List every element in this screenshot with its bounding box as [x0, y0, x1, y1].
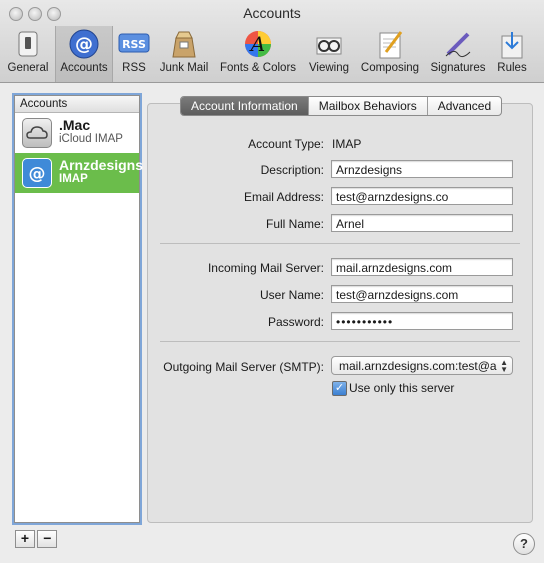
account-type-label: Account Type:	[248, 137, 324, 151]
settings-tabs: Account Information Mailbox Behaviors Ad…	[180, 96, 503, 116]
svg-text:@: @	[29, 164, 46, 184]
svg-text:@: @	[75, 34, 93, 55]
account-type-value: IMAP	[332, 137, 362, 151]
toolbar-general[interactable]: General	[4, 28, 52, 78]
tab-advanced[interactable]: Advanced	[428, 97, 501, 115]
password-field[interactable]: •••••••••••	[331, 312, 513, 330]
full-name-field[interactable]: Arnel	[331, 214, 513, 232]
toolbar-composing[interactable]: Composing	[357, 28, 423, 78]
popup-arrows-icon: ▲ ▼	[500, 358, 508, 374]
description-label: Description:	[260, 163, 324, 177]
use-only-server-label: Use only this server	[349, 381, 455, 395]
toolbar-junk-mail[interactable]: Junk Mail	[156, 28, 212, 78]
general-switch-icon	[12, 28, 44, 60]
help-button[interactable]: ?	[513, 533, 535, 555]
accounts-list[interactable]: Accounts .Mac iCloud IMAP @ Arnzdesigns …	[14, 95, 143, 523]
email-address-field[interactable]: test@arnzdesigns.co	[331, 187, 513, 205]
glasses-icon	[313, 28, 345, 60]
pencil-paper-icon	[374, 28, 406, 60]
section-divider	[160, 341, 520, 342]
outgoing-server-popup[interactable]: mail.arnzdesigns.com:test@a ▲ ▼	[331, 356, 513, 375]
fonts-colors-icon: A	[242, 28, 274, 60]
preferences-window: Accounts General @ Accounts RSS RSS Junk…	[0, 0, 544, 563]
rss-icon: RSS	[118, 28, 150, 60]
toolbar-signatures[interactable]: Signatures	[428, 28, 488, 78]
incoming-server-field[interactable]: mail.arnzdesigns.com	[331, 258, 513, 276]
incoming-server-label: Incoming Mail Server:	[207, 261, 324, 275]
add-account-button[interactable]: +	[15, 530, 35, 548]
toolbar-rss[interactable]: RSS RSS	[114, 28, 154, 78]
full-name-label: Full Name:	[265, 217, 324, 231]
accounts-list-header: Accounts	[15, 96, 139, 113]
user-name-label: User Name:	[259, 288, 324, 302]
toolbar-rules[interactable]: Rules	[492, 28, 532, 78]
user-name-field[interactable]: test@arnzdesigns.com	[331, 285, 513, 303]
at-sign-icon: @	[22, 158, 52, 188]
toolbar-accounts[interactable]: @ Accounts	[55, 26, 113, 82]
rules-envelope-icon	[496, 28, 528, 60]
remove-account-button[interactable]: −	[37, 530, 58, 548]
email-address-label: Email Address:	[243, 190, 324, 204]
pen-signature-icon	[442, 28, 474, 60]
cloud-icon	[22, 118, 52, 148]
svg-text:A: A	[249, 32, 265, 56]
use-only-server-checkbox[interactable]: ✓	[332, 381, 347, 396]
toolbar-fonts-colors[interactable]: A Fonts & Colors	[216, 28, 300, 78]
section-divider	[160, 243, 520, 244]
toolbar-viewing[interactable]: Viewing	[305, 28, 353, 78]
outgoing-server-value: mail.arnzdesigns.com:test@a	[339, 359, 497, 373]
outgoing-server-label: Outgoing Mail Server (SMTP):	[163, 360, 324, 374]
at-sign-icon: @	[68, 28, 100, 60]
svg-text:RSS: RSS	[122, 38, 146, 51]
password-label: Password:	[267, 315, 324, 329]
junk-mail-bag-icon	[168, 28, 200, 60]
description-field[interactable]: Arnzdesigns	[331, 160, 513, 178]
account-list-buttons: + −	[15, 530, 58, 548]
account-item-arnzdesigns[interactable]: @ Arnzdesigns IMAP	[15, 153, 143, 193]
tab-account-information[interactable]: Account Information	[181, 97, 309, 115]
tab-mailbox-behaviors[interactable]: Mailbox Behaviors	[309, 97, 428, 115]
window-title: Accounts	[243, 5, 301, 21]
account-item-mac[interactable]: .Mac iCloud IMAP	[15, 113, 139, 153]
title-bar: Accounts General @ Accounts RSS RSS Junk…	[0, 0, 544, 83]
